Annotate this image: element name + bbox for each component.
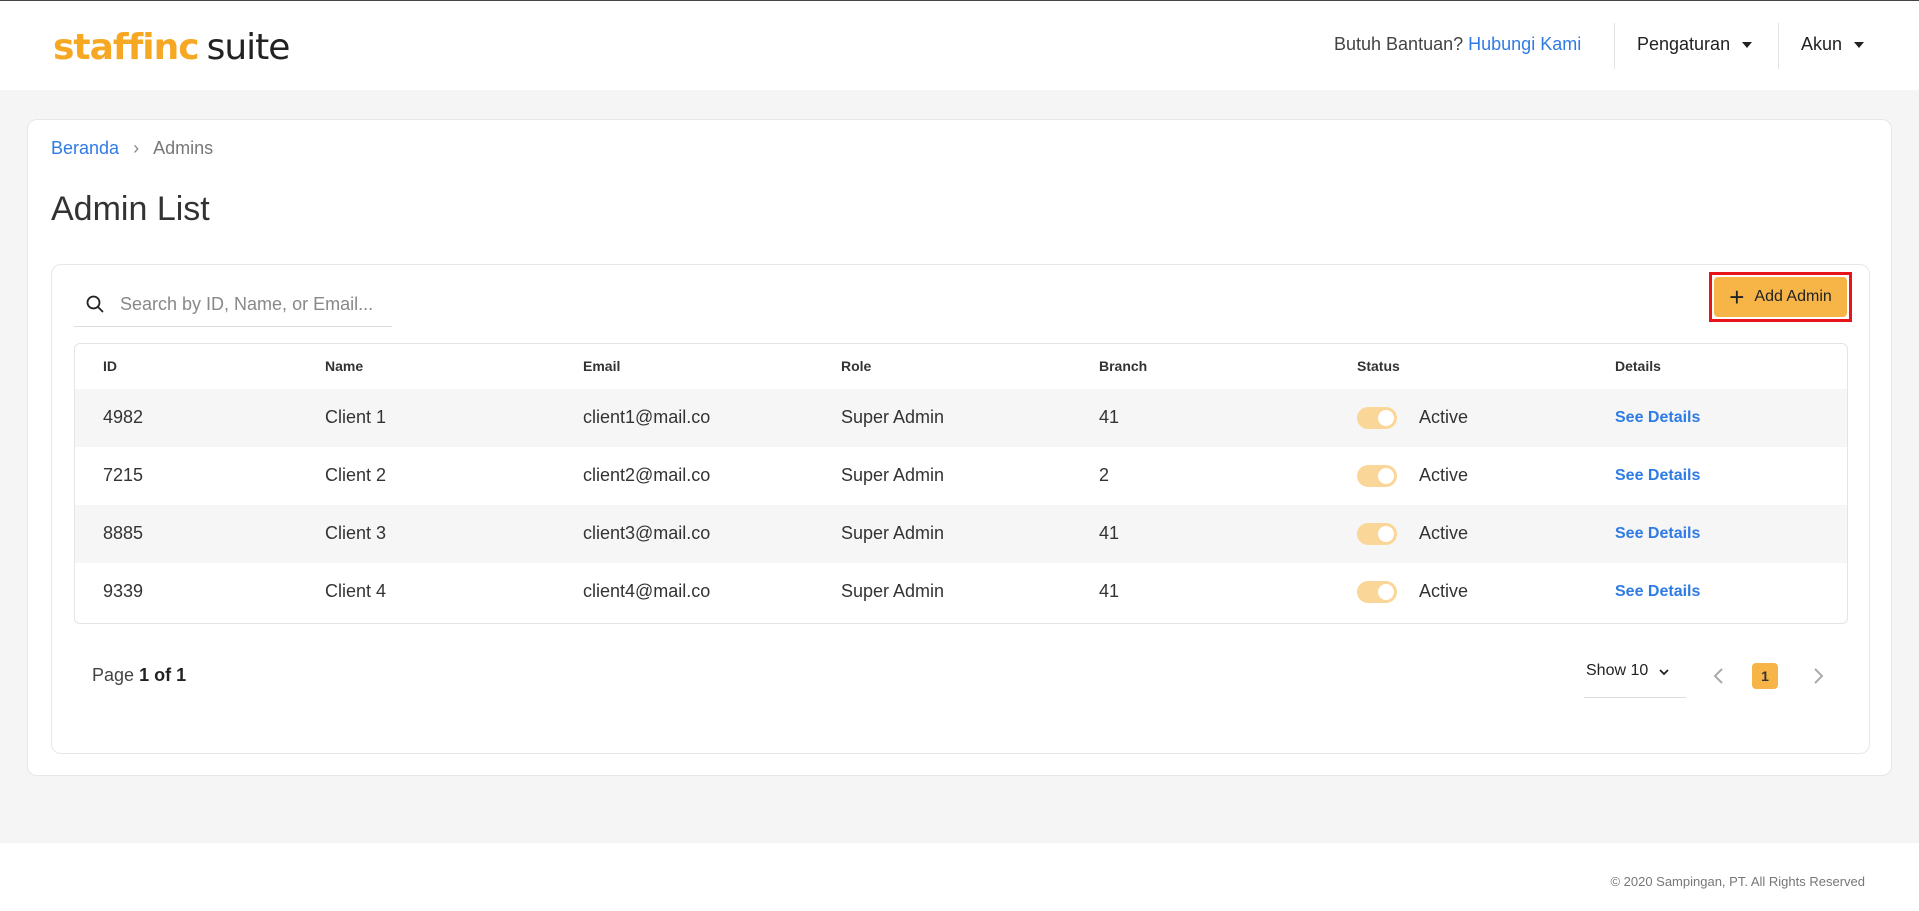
- logo-brand: staffinc: [53, 27, 200, 68]
- table-row: 8885 Client 3 client3@mail.co Super Admi…: [75, 505, 1847, 563]
- prev-page-icon[interactable]: [1706, 663, 1732, 689]
- cell-status: Active: [1419, 581, 1469, 601]
- cell-role: Super Admin: [841, 581, 945, 601]
- settings-menu[interactable]: Pengaturan: [1637, 34, 1753, 55]
- cell-id: 4982: [103, 407, 144, 427]
- cell-role: Super Admin: [841, 407, 945, 427]
- breadcrumb-separator: ›: [133, 138, 140, 158]
- column-header-details: Details: [1615, 358, 1661, 374]
- see-details-link[interactable]: See Details: [1615, 409, 1700, 427]
- cell-email: client4@mail.co: [583, 581, 711, 601]
- page-number-button[interactable]: 1: [1752, 663, 1778, 689]
- status-toggle[interactable]: [1357, 407, 1397, 429]
- status-toggle[interactable]: [1357, 581, 1397, 603]
- table-header: ID Name Email Role Branch Status Details: [75, 344, 1847, 389]
- search-box: [74, 279, 392, 327]
- column-header-name: Name: [325, 358, 364, 374]
- cell-branch: 2: [1099, 465, 1110, 485]
- account-menu-label: Akun: [1801, 34, 1843, 54]
- see-details-link[interactable]: See Details: [1615, 525, 1700, 543]
- cell-branch: 41: [1099, 523, 1120, 543]
- page-title: Admin List: [51, 190, 210, 228]
- cell-email: client2@mail.co: [583, 465, 711, 485]
- help-label: Butuh Bantuan?: [1334, 34, 1464, 54]
- column-header-branch: Branch: [1099, 358, 1148, 374]
- cell-status: Active: [1419, 465, 1469, 485]
- cell-name: Client 3: [325, 523, 387, 543]
- chevron-down-icon: [1659, 669, 1669, 676]
- cell-branch: 41: [1099, 581, 1120, 601]
- main-card: Beranda › Admins Admin List + Add Admin ID…: [27, 119, 1892, 776]
- search-icon: [86, 295, 104, 313]
- page-indicator: Page 1 of 1: [92, 665, 186, 686]
- admin-table: ID Name Email Role Branch Status Details…: [74, 343, 1848, 624]
- search-input[interactable]: [118, 289, 392, 319]
- caret-down-icon: [1854, 41, 1865, 48]
- cell-email: client3@mail.co: [583, 523, 711, 543]
- cell-role: Super Admin: [841, 523, 945, 543]
- column-header-role: Role: [841, 358, 872, 374]
- column-header-email: Email: [583, 358, 621, 374]
- table-row: 9339 Client 4 client4@mail.co Super Admi…: [75, 563, 1847, 621]
- breadcrumb: Beranda › Admins: [51, 138, 213, 159]
- page-size-label: Show 10: [1586, 662, 1649, 679]
- cell-name: Client 1: [325, 407, 387, 427]
- contact-us-link[interactable]: Hubungi Kami: [1468, 34, 1581, 54]
- footer: © 2020 Sampingan, PT. All Rights Reserve…: [0, 843, 1919, 911]
- cell-id: 9339: [103, 581, 144, 601]
- see-details-link[interactable]: See Details: [1615, 467, 1700, 485]
- copyright-text: © 2020 Sampingan, PT. All Rights Reserve…: [1610, 874, 1865, 889]
- caret-down-icon: [1742, 41, 1753, 48]
- cell-branch: 41: [1099, 407, 1120, 427]
- staffinc-suite-logo[interactable]: staffinc suite: [53, 25, 291, 71]
- page-size-select[interactable]: Show 10: [1584, 662, 1686, 698]
- header-divider: [1614, 23, 1615, 69]
- table-row: 4982 Client 1 client1@mail.co Super Admi…: [75, 389, 1847, 447]
- column-header-id: ID: [103, 358, 117, 374]
- see-details-link[interactable]: See Details: [1615, 583, 1700, 601]
- account-menu[interactable]: Akun: [1801, 34, 1865, 55]
- plus-icon: +: [1729, 282, 1745, 312]
- header-divider: [1778, 23, 1779, 69]
- cell-name: Client 4: [325, 581, 387, 601]
- breadcrumb-current: Admins: [153, 138, 214, 158]
- cell-status: Active: [1419, 407, 1469, 427]
- help-text: Butuh Bantuan? Hubungi Kami: [1334, 34, 1581, 55]
- cell-role: Super Admin: [841, 465, 945, 485]
- next-page-icon[interactable]: [1805, 663, 1831, 689]
- column-header-status: Status: [1357, 358, 1400, 374]
- status-toggle[interactable]: [1357, 465, 1397, 487]
- status-toggle[interactable]: [1357, 523, 1397, 545]
- cell-id: 7215: [103, 465, 144, 485]
- logo-suffix: suite: [206, 27, 291, 68]
- page-word: Page: [92, 665, 135, 685]
- settings-menu-label: Pengaturan: [1637, 34, 1731, 54]
- add-admin-label: Add Admin: [1754, 288, 1832, 305]
- top-header: staffinc suite Butuh Bantuan? Hubungi Kam…: [0, 1, 1919, 90]
- admin-list-panel: + Add Admin ID Name Email Role Branch St…: [51, 264, 1870, 754]
- cell-email: client1@mail.co: [583, 407, 711, 427]
- add-admin-button[interactable]: + Add Admin: [1714, 277, 1847, 317]
- cell-name: Client 2: [325, 465, 387, 485]
- breadcrumb-home-link[interactable]: Beranda: [51, 138, 119, 158]
- page-of-value: 1 of 1: [139, 665, 187, 685]
- table-row: 7215 Client 2 client2@mail.co Super Admi…: [75, 447, 1847, 505]
- add-admin-highlight: + Add Admin: [1709, 272, 1852, 322]
- cell-status: Active: [1419, 523, 1469, 543]
- cell-id: 8885: [103, 523, 144, 543]
